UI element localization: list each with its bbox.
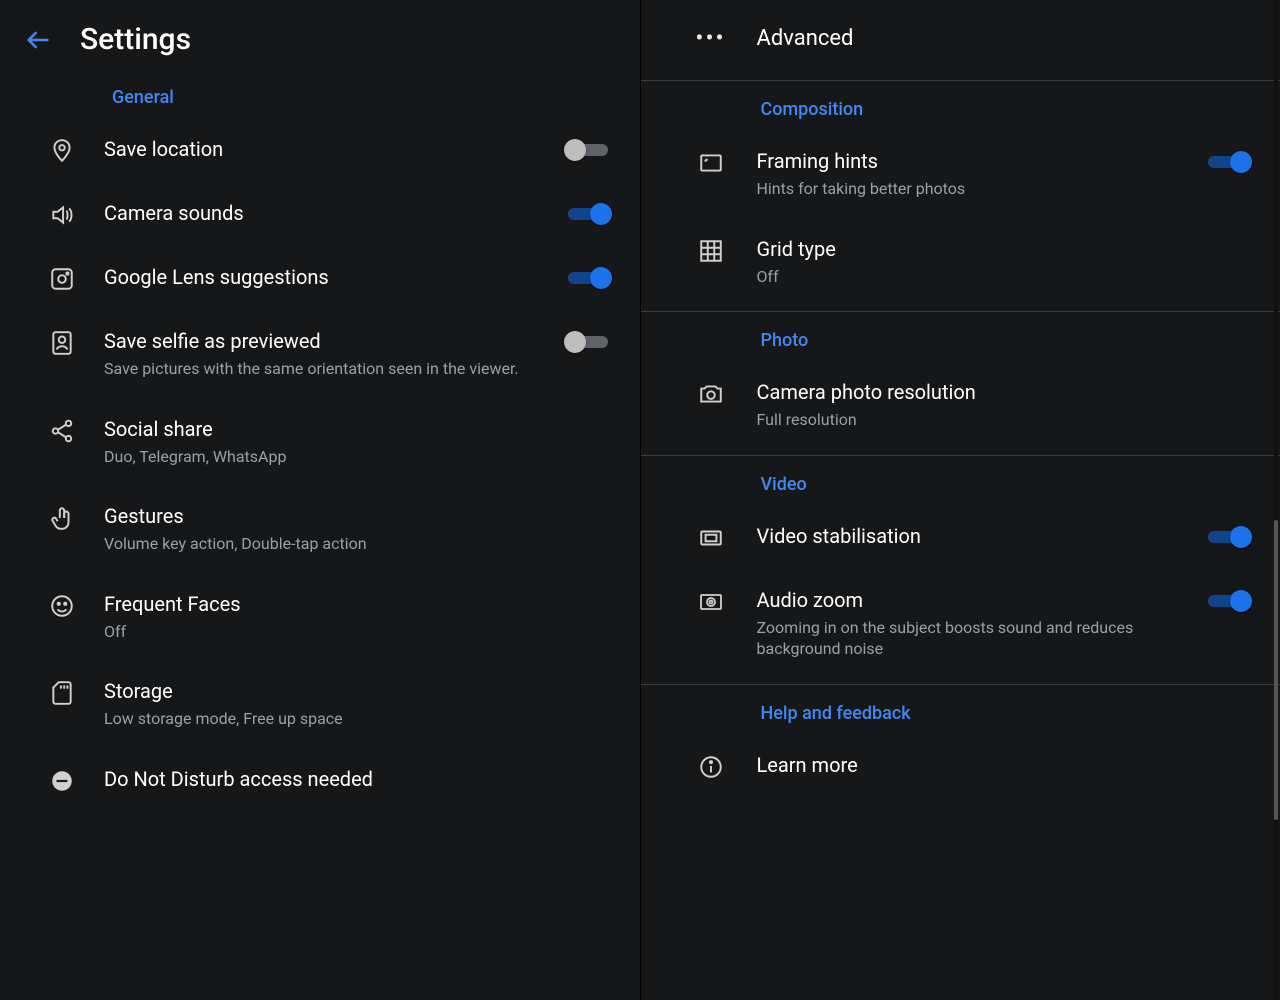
row-save-location[interactable]: Save location [0,118,640,182]
dnd-icon [20,766,104,794]
row-google-lens[interactable]: Google Lens suggestions [0,246,640,310]
row-audio-zoom[interactable]: Audio zoom Zooming in on the subject boo… [641,569,1280,678]
row-video-stab[interactable]: Video stabilisation [641,505,1280,569]
grid-type-label: Grid type [757,236,1253,262]
row-social-share[interactable]: Social share Duo, Telegram, WhatsApp [0,398,640,486]
row-framing-hints[interactable]: Framing hints Hints for taking better ph… [641,130,1280,218]
gestures-desc: Volume key action, Double-tap action [104,533,524,555]
frequent-faces-desc: Off [104,621,524,643]
row-storage[interactable]: Storage Low storage mode, Free up space [0,660,640,748]
photo-resolution-desc: Full resolution [757,409,1177,431]
divider [641,80,1280,81]
more-horizontal-icon: ••• [665,24,757,52]
row-camera-sounds[interactable]: Camera sounds [0,182,640,246]
divider [641,455,1280,456]
selfie-icon [20,328,104,356]
row-gestures[interactable]: Gestures Volume key action, Double-tap a… [0,485,640,573]
gestures-label: Gestures [104,503,612,529]
scrollbar[interactable] [1274,0,1278,1000]
save-location-label: Save location [104,136,552,162]
google-lens-toggle[interactable] [564,266,612,290]
audio-zoom-toggle[interactable] [1204,589,1252,613]
camera-icon [665,379,757,407]
section-general-label: General [0,75,640,118]
row-photo-resolution[interactable]: Camera photo resolution Full resolution [641,361,1280,449]
divider [641,684,1280,685]
advanced-header[interactable]: ••• Advanced [641,0,1280,74]
info-icon [665,752,757,780]
gesture-icon [20,503,104,531]
google-lens-label: Google Lens suggestions [104,264,552,290]
storage-label: Storage [104,678,612,704]
row-save-selfie[interactable]: Save selfie as previewed Save pictures w… [0,310,640,398]
row-frequent-faces[interactable]: Frequent Faces Off [0,573,640,661]
sound-icon [20,200,104,228]
row-learn-more[interactable]: Learn more [641,734,1280,798]
photo-resolution-label: Camera photo resolution [757,379,1253,405]
frequent-faces-label: Frequent Faces [104,591,612,617]
page-title: Settings [80,22,191,57]
video-stab-icon [665,523,757,551]
audio-zoom-label: Audio zoom [757,587,1193,613]
row-dnd[interactable]: Do Not Disturb access needed [0,748,640,812]
save-selfie-toggle[interactable] [564,330,612,354]
storage-desc: Low storage mode, Free up space [104,708,524,730]
framing-hints-toggle[interactable] [1204,150,1252,174]
sd-card-icon [20,678,104,706]
camera-sounds-toggle[interactable] [564,202,612,226]
divider [641,311,1280,312]
save-location-toggle[interactable] [564,138,612,162]
settings-pane-general: Settings General Save location Camera so… [0,0,640,1000]
row-grid-type[interactable]: Grid type Off [641,218,1280,306]
section-video-label: Video [641,462,1280,505]
social-share-desc: Duo, Telegram, WhatsApp [104,446,524,468]
settings-pane-advanced: ••• Advanced Composition Framing hints H… [640,0,1280,1000]
framing-hints-desc: Hints for taking better photos [757,178,1177,200]
audio-zoom-desc: Zooming in on the subject boosts sound a… [757,617,1177,660]
save-selfie-desc: Save pictures with the same orientation … [104,358,524,380]
grid-type-desc: Off [757,266,1177,288]
video-stab-label: Video stabilisation [757,523,1193,549]
share-icon [20,416,104,444]
section-photo-label: Photo [641,318,1280,361]
video-stab-toggle[interactable] [1204,525,1252,549]
lens-icon [20,264,104,292]
back-arrow-icon[interactable] [24,26,52,54]
face-icon [20,591,104,619]
scrollbar-thumb[interactable] [1274,520,1278,820]
framing-hints-label: Framing hints [757,148,1193,174]
framing-icon [665,148,757,176]
dnd-label: Do Not Disturb access needed [104,766,612,792]
advanced-title: Advanced [757,26,854,51]
learn-more-label: Learn more [757,752,1253,778]
grid-icon [665,236,757,264]
social-share-label: Social share [104,416,612,442]
location-pin-icon [20,136,104,164]
section-help-label: Help and feedback [641,691,1280,734]
settings-header: Settings [0,0,640,75]
settings-screen: Settings General Save location Camera so… [0,0,1280,1000]
section-composition-label: Composition [641,87,1280,130]
audio-zoom-icon [665,587,757,615]
save-selfie-label: Save selfie as previewed [104,328,552,354]
camera-sounds-label: Camera sounds [104,200,552,226]
